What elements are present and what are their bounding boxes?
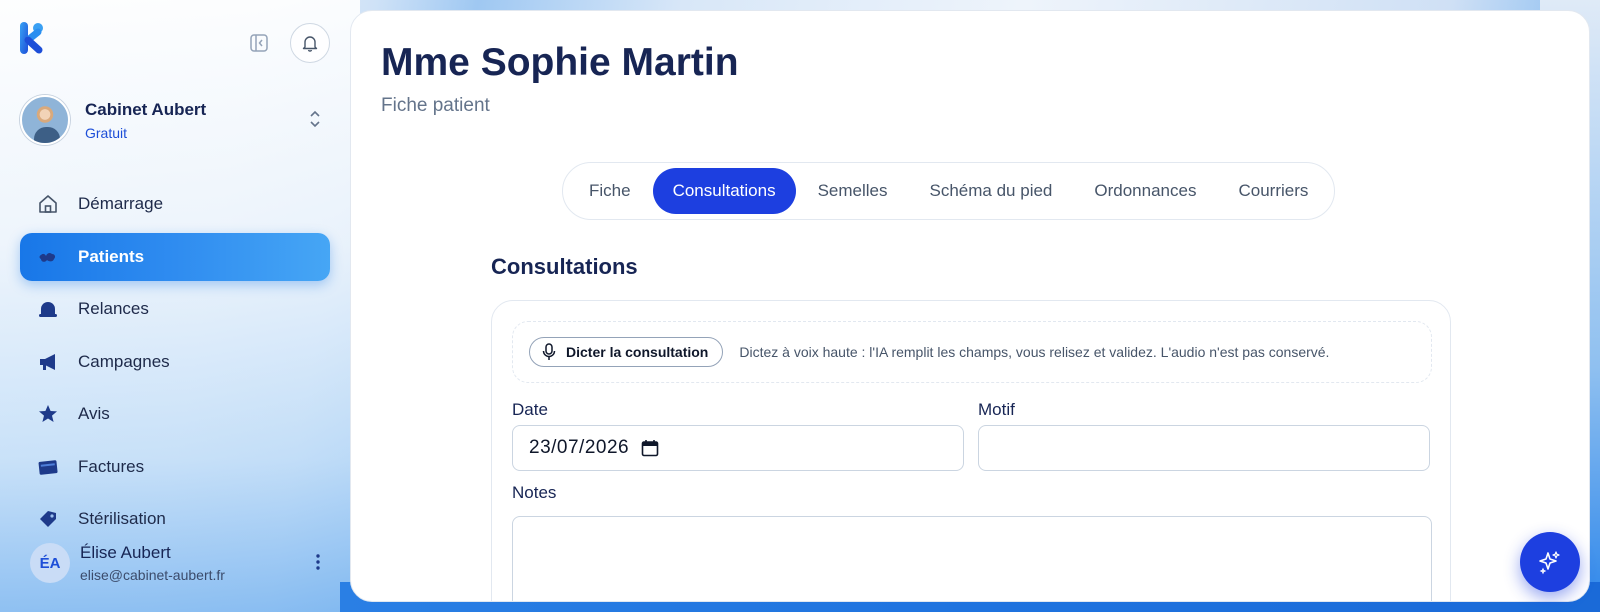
motif-field[interactable] [978,425,1430,471]
invoice-icon [36,455,60,479]
dictate-button[interactable]: Dicter la consultation [529,337,724,367]
sidebar-item-demarrage[interactable]: Démarrage [20,180,330,228]
sidebar-item-label: Démarrage [78,194,164,213]
user-email: elise@cabinet-aubert.fr [80,567,225,583]
more-vertical-icon[interactable] [308,550,328,574]
sidebar-item-factures[interactable]: Factures [20,443,330,491]
sidebar: Cabinet Aubert Gratuit Démarrage Patient… [0,0,340,612]
home-icon [36,192,60,216]
sidebar-item-label: Campagnes [78,351,170,371]
avatar [20,95,70,145]
tag-icon [36,507,60,531]
collapse-sidebar-icon[interactable] [248,32,270,54]
sidebar-item-label: Stérilisation [78,509,166,528]
user-initials: ÉA [30,543,70,583]
tab-schema-du-pied[interactable]: Schéma du pied [910,168,1073,214]
notes-field[interactable] [512,516,1432,601]
user-name: Élise Aubert [80,543,171,562]
sidebar-item-label: Relances [78,299,149,318]
account-name: Cabinet Aubert [85,99,207,119]
tab-fiche[interactable]: Fiche [569,168,651,214]
star-icon [36,402,60,426]
chevron-up-down-icon [308,108,322,135]
patients-icon [36,245,60,269]
account-switcher[interactable]: Cabinet Aubert Gratuit [20,94,332,146]
dictation-panel: Dicter la consultation Dictez à voix hau… [512,321,1432,383]
tab-courriers[interactable]: Courriers [1218,168,1328,214]
notes-label: Notes [512,483,557,502]
dictate-hint: Dictez à voix haute : l'IA remplit les c… [739,344,1330,360]
tab-consultations[interactable]: Consultations [652,168,796,214]
date-label: Date [512,400,548,419]
main-panel: Mme Sophie Martin Fiche patient Fiche Co… [350,10,1590,602]
sidebar-item-avis[interactable]: Avis [20,390,330,438]
tab-semelles[interactable]: Semelles [798,168,908,214]
sparkles-icon [1539,551,1560,575]
bell-icon [302,36,318,52]
page-title: Mme Sophie Martin [381,41,739,84]
sidebar-item-label: Avis [78,404,110,423]
sidebar-item-sterilisation[interactable]: Stérilisation [20,495,330,543]
consultation-form: Dicter la consultation Dictez à voix hau… [491,300,1451,601]
sidebar-item-label: Factures [78,456,145,476]
dictate-button-label: Dicter la consultation [566,344,709,360]
microphone-icon [542,343,556,361]
user-profile[interactable]: ÉA Élise Aubert elise@cabinet-aubert.fr [30,540,330,586]
sidebar-nav: Démarrage Patients Relances Campagnes Av… [20,180,330,548]
motif-label: Motif [978,400,1015,419]
date-value: 23/07/2026 [529,437,630,458]
notifications-button[interactable] [290,23,330,63]
sidebar-item-patients[interactable]: Patients [20,232,330,281]
sidebar-item-label: Patients [78,246,145,266]
page-subtitle: Fiche patient [381,95,490,116]
date-field[interactable]: 23/07/2026 [512,425,964,471]
sidebar-item-relances[interactable]: Relances [20,285,330,333]
ai-assistant-button[interactable] [1520,532,1580,592]
calendar-icon[interactable] [641,439,659,457]
patient-tabs: Fiche Consultations Semelles Schéma du p… [562,162,1336,220]
section-title: Consultations [491,254,638,279]
account-plan: Gratuit [85,124,128,141]
tab-ordonnances[interactable]: Ordonnances [1074,168,1216,214]
sidebar-item-campagnes[interactable]: Campagnes [20,338,330,386]
bell-icon [36,297,60,321]
megaphone-icon [36,350,60,374]
k-logo-icon[interactable] [18,20,48,56]
